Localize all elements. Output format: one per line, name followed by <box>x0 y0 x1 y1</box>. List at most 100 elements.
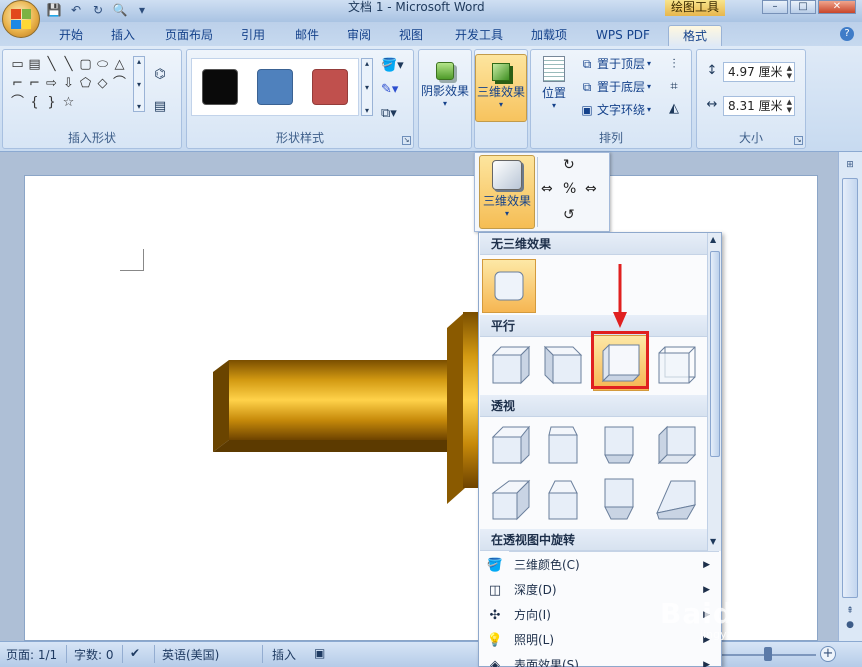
parallel-option-2[interactable] <box>537 339 589 391</box>
tilt-left-icon[interactable]: ⇔ <box>541 181 553 197</box>
perspective-option-6[interactable] <box>537 473 589 525</box>
macro-record-icon[interactable]: ▣ <box>314 646 325 660</box>
tab-home[interactable]: 开始 <box>50 25 92 46</box>
tab-developer[interactable]: 开发工具 <box>444 25 514 46</box>
parallel-option-4[interactable] <box>651 339 703 391</box>
shape-star-icon[interactable]: ☆ <box>60 94 77 111</box>
shape-styles-launcher-icon[interactable]: ↘ <box>402 136 411 145</box>
tab-addins[interactable]: 加载项 <box>522 25 576 46</box>
status-mode[interactable]: 插入 <box>272 646 296 663</box>
tab-page-layout[interactable]: 页面布局 <box>154 25 224 46</box>
office-button[interactable] <box>2 0 40 38</box>
3d-effects-button[interactable]: 三维效果 ▾ <box>475 54 527 122</box>
3d-effects-dropdown-button[interactable]: 三维效果 ▾ <box>479 155 535 229</box>
style-swatch-red[interactable] <box>312 69 349 105</box>
tab-format[interactable]: 格式 <box>668 25 722 46</box>
gallery-scrollbar[interactable]: ▲ ▼ <box>707 233 721 551</box>
tab-review[interactable]: 审阅 <box>338 25 380 46</box>
menu-surface[interactable]: ◈ 表面效果(S) ▶ <box>480 653 720 667</box>
tilt-right-icon[interactable]: ⇔ <box>585 181 597 197</box>
save-icon[interactable]: 💾 <box>46 2 62 18</box>
shape-line-icon[interactable]: ╲ <box>43 56 60 73</box>
shape-textbox-icon[interactable]: ▭ <box>9 56 26 73</box>
rotate-icon[interactable]: ◭ <box>665 100 683 118</box>
shape-fill-icon[interactable]: 🪣▾ <box>381 58 404 73</box>
tilt-up-icon[interactable]: ↻ <box>563 157 575 173</box>
shape-styles-scroll[interactable]: ▴ ▾ ▾ <box>361 58 373 116</box>
tilt-down-icon[interactable]: ↺ <box>563 207 575 223</box>
toggle-3d-icon[interactable]: % <box>563 181 576 197</box>
browse-object-icon[interactable]: ● <box>843 618 857 632</box>
3d-arrow-shape[interactable] <box>209 308 509 528</box>
print-preview-icon[interactable]: 🔍 <box>112 2 128 18</box>
bring-to-front-button[interactable]: ⧉ 置于顶层 ▾ <box>579 54 651 74</box>
edit-shape-icon[interactable]: ⌬ <box>151 66 169 84</box>
group-objects-icon[interactable]: ⌗ <box>665 78 683 96</box>
tab-references[interactable]: 引用 <box>232 25 274 46</box>
perspective-option-4[interactable] <box>651 419 703 471</box>
height-spinner-icon[interactable]: ▲ ▼ <box>787 64 792 80</box>
perspective-option-2[interactable] <box>537 419 589 471</box>
size-launcher-icon[interactable]: ↘ <box>794 136 803 145</box>
shape-right-arrow-icon[interactable]: ⇨ <box>43 75 60 92</box>
align-icon[interactable]: ⫶ <box>665 56 683 74</box>
perspective-option-3[interactable] <box>593 419 645 471</box>
shape-left-brace-icon[interactable]: { <box>26 94 43 111</box>
gallery-scroll-thumb[interactable] <box>710 251 720 457</box>
shape-vertical-textbox-icon[interactable]: ▤ <box>26 56 43 73</box>
close-button[interactable]: ✕ <box>818 0 856 14</box>
shape-down-arrow-icon[interactable]: ⇩ <box>60 75 77 92</box>
maximize-button[interactable]: □ <box>790 0 816 14</box>
gallery-scroll-down-icon[interactable]: ▼ <box>710 537 716 546</box>
status-words[interactable]: 字数: 0 <box>74 646 114 663</box>
ruler-toggle-icon[interactable]: ⊞ <box>843 158 857 172</box>
tab-wps-pdf[interactable]: WPS PDF <box>588 25 658 46</box>
shape-outline-icon[interactable]: ✎▾ <box>381 82 398 97</box>
proofing-icon[interactable]: ✔ <box>130 646 140 660</box>
zoom-slider-thumb[interactable] <box>764 647 772 661</box>
perspective-option-8[interactable] <box>651 473 703 525</box>
minimize-button[interactable]: – <box>762 0 788 14</box>
shape-elbow-arrow-icon[interactable]: ⌐ <box>26 75 43 92</box>
menu-3d-color[interactable]: 🪣 三维颜色(C) ▶ <box>480 553 720 578</box>
parallel-option-1[interactable] <box>485 339 537 391</box>
perspective-option-7[interactable] <box>593 473 645 525</box>
shape-rectangle-icon[interactable]: ▢ <box>77 56 94 73</box>
zoom-in-icon[interactable]: + <box>820 646 836 662</box>
perspective-option-1[interactable] <box>485 419 537 471</box>
shape-diamond-icon[interactable]: ◇ <box>94 75 111 92</box>
shape-right-brace-icon[interactable]: } <box>43 94 60 111</box>
send-to-back-button[interactable]: ⧉ 置于底层 ▾ <box>579 77 651 97</box>
style-swatch-black[interactable] <box>201 69 238 105</box>
gallery-scroll-up-icon[interactable]: ▲ <box>710 235 716 244</box>
tab-view[interactable]: 视图 <box>390 25 432 46</box>
shape-arrow-line-icon[interactable]: ╲ <box>60 56 77 73</box>
perspective-option-5[interactable] <box>485 473 537 525</box>
no-3d-effect-option[interactable] <box>482 259 536 313</box>
shape-triangle-icon[interactable]: △ <box>111 56 128 73</box>
shape-curve-icon[interactable]: ⌒ <box>9 94 26 111</box>
shape-elbow-icon[interactable]: ⌐ <box>9 75 26 92</box>
position-button[interactable]: 位置 ▾ <box>533 54 575 122</box>
shape-pentagon-icon[interactable]: ⬠ <box>77 75 94 92</box>
status-page[interactable]: 页面: 1/1 <box>6 646 57 663</box>
status-language[interactable]: 英语(美国) <box>162 646 219 663</box>
add-text-icon[interactable]: ▤ <box>151 98 169 116</box>
vertical-scrollbar[interactable]: ⊞ ⇞ ● <box>838 152 862 641</box>
shape-arc-icon[interactable]: ⌒ <box>111 75 128 92</box>
tab-mailings[interactable]: 邮件 <box>286 25 328 46</box>
prev-page-icon[interactable]: ⇞ <box>843 604 857 618</box>
text-wrap-button[interactable]: ▣ 文字环绕 ▾ <box>579 100 651 120</box>
change-shape-icon[interactable]: ⧉▾ <box>381 106 397 121</box>
tab-insert[interactable]: 插入 <box>102 25 144 46</box>
redo-icon[interactable]: ↻ <box>90 2 106 18</box>
height-input[interactable]: 4.97 厘米 ▲ ▼ <box>723 62 795 82</box>
style-swatch-blue[interactable] <box>256 69 293 105</box>
shape-oval-icon[interactable]: ⬭ <box>94 56 111 73</box>
undo-icon[interactable]: ↶ <box>68 2 84 18</box>
width-input[interactable]: 8.31 厘米 ▲ ▼ <box>723 96 795 116</box>
shapes-gallery-scroll[interactable]: ▴ ▾ ▾ <box>133 56 145 112</box>
scrollbar-thumb[interactable] <box>842 178 858 598</box>
help-icon[interactable]: ? <box>840 27 854 41</box>
shadow-effects-button[interactable]: 阴影效果 ▾ <box>419 54 471 122</box>
